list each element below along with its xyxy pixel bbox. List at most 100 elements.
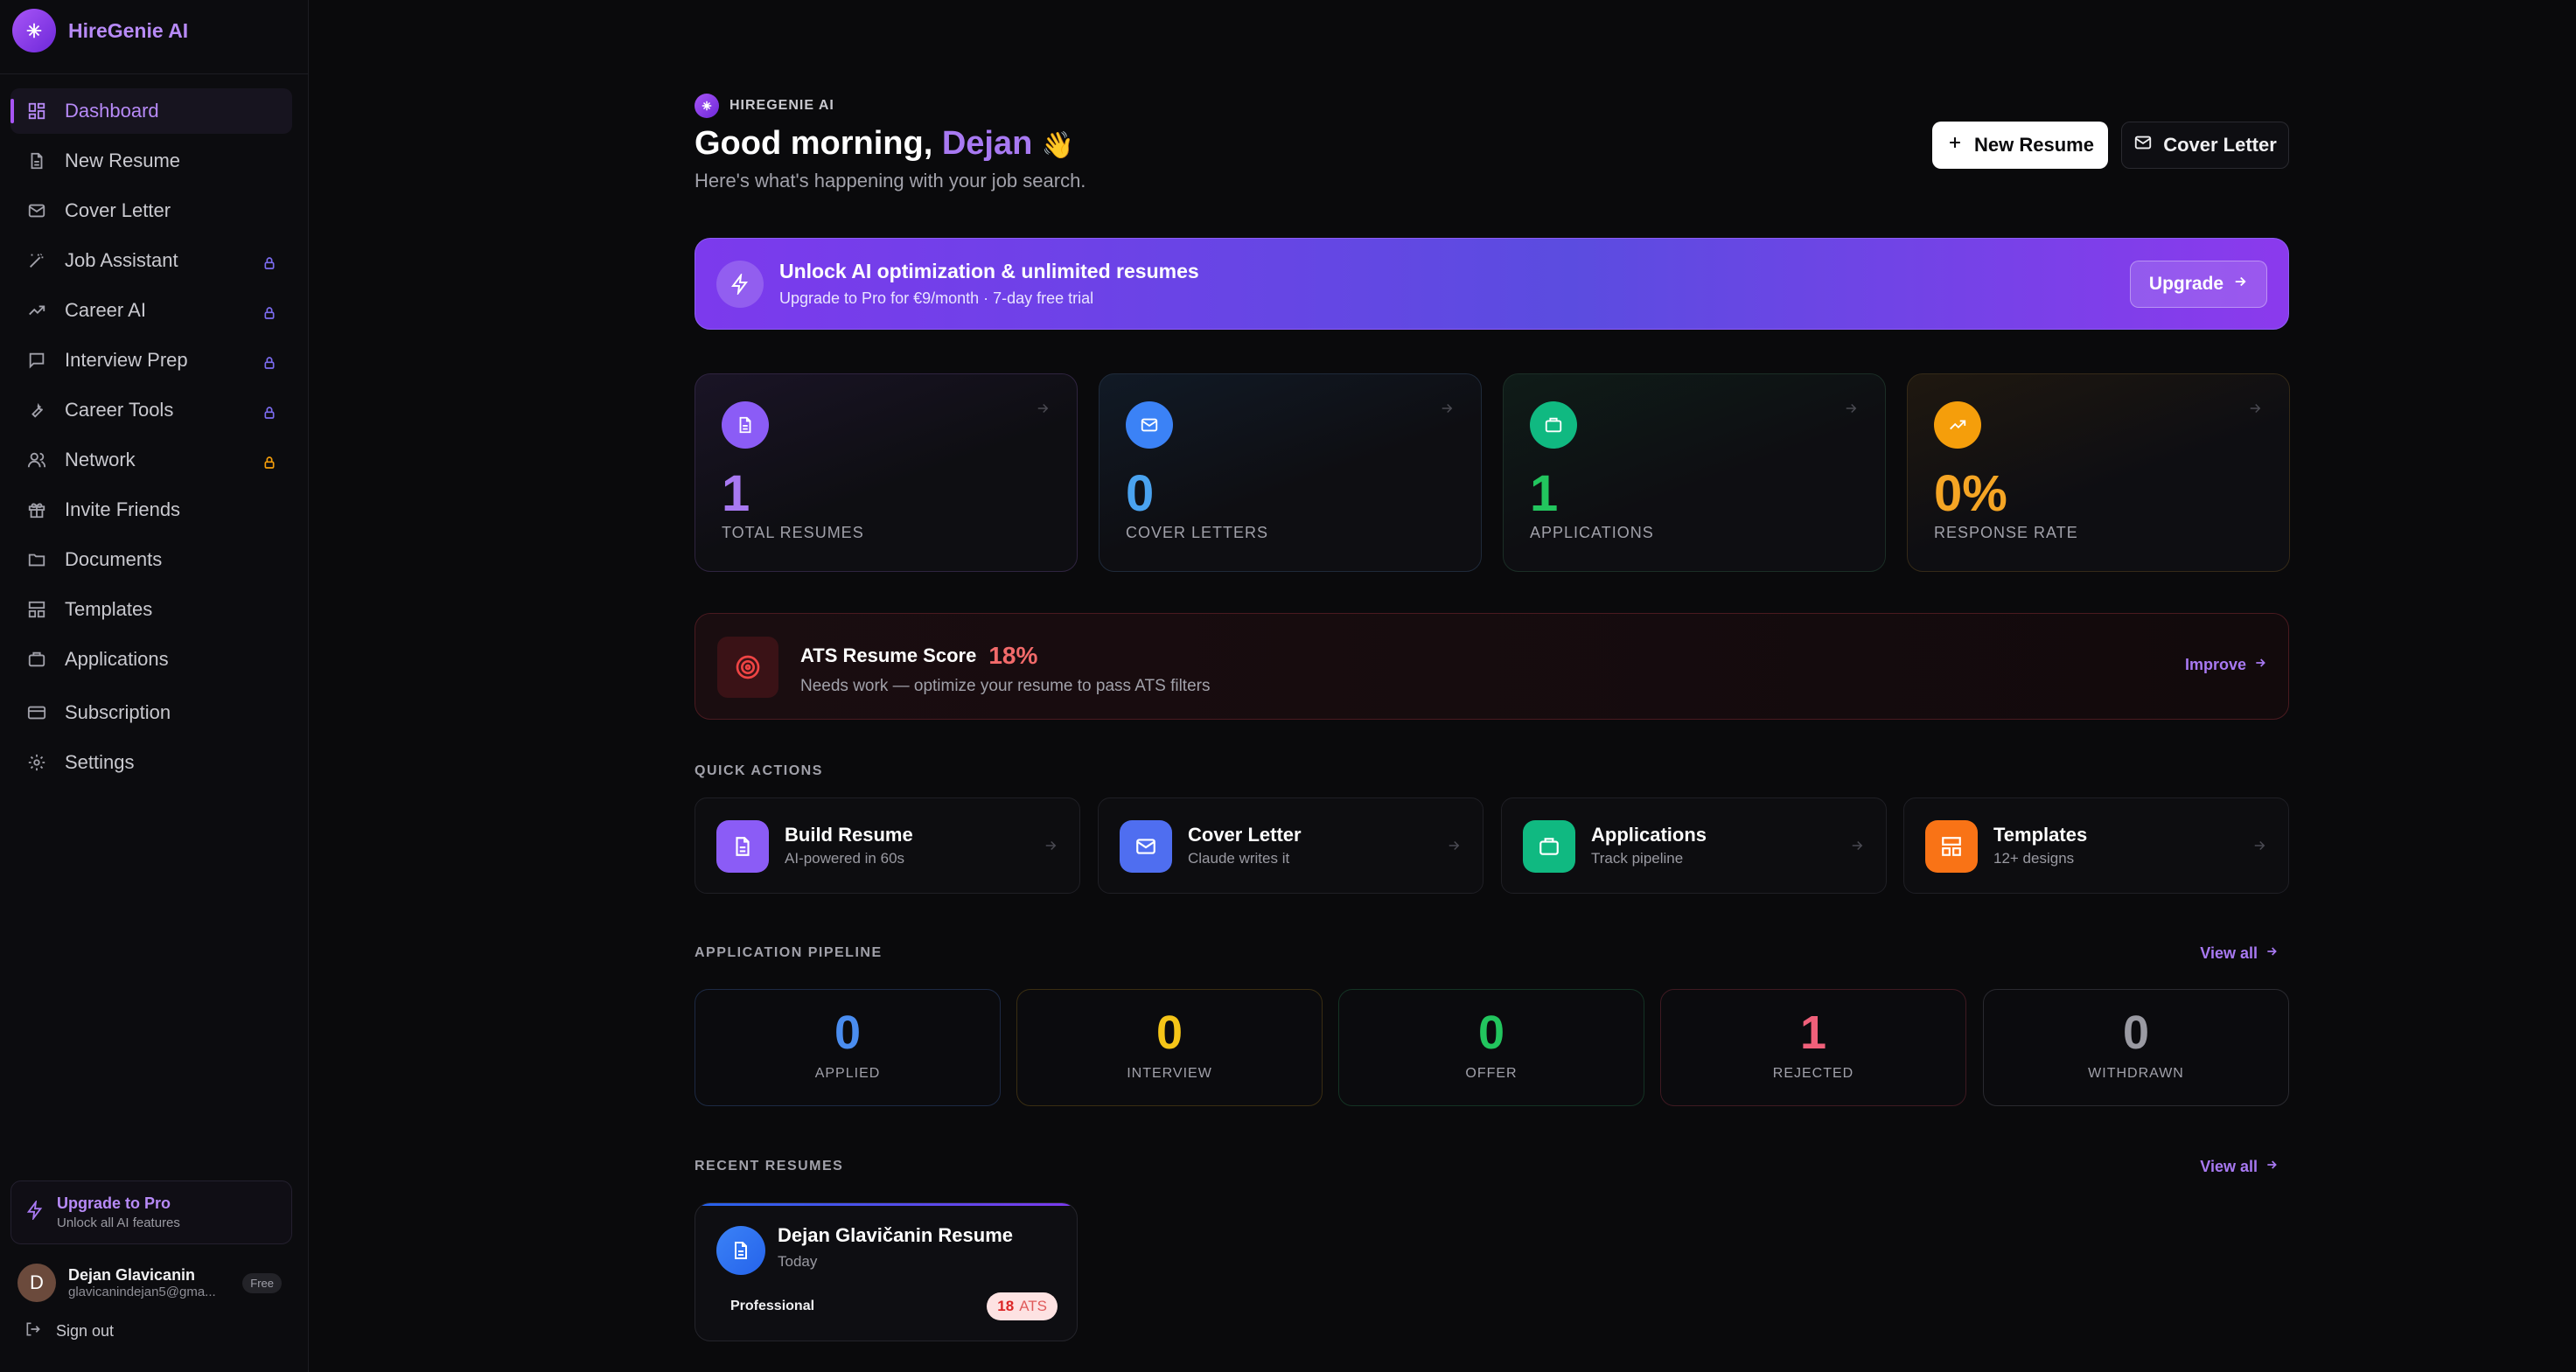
- layout-icon: [26, 599, 47, 620]
- chat-icon: [26, 350, 47, 371]
- gift-icon: [26, 499, 47, 520]
- user-profile[interactable]: D Dejan Glavicanin glavicanindejan5@gma.…: [17, 1261, 282, 1305]
- sidebar-item-career-tools[interactable]: Career Tools: [10, 387, 292, 433]
- bolt-icon: [25, 1199, 45, 1224]
- pipeline-label: APPLIED: [814, 1066, 881, 1081]
- resume-title: Dejan Glavičanin Resume: [778, 1224, 1013, 1246]
- folder-icon: [26, 549, 47, 570]
- quick-action-cover-letter[interactable]: Cover Letter Claude writes it: [1098, 797, 1483, 894]
- sidebar-item-invite-friends[interactable]: Invite Friends: [10, 487, 292, 533]
- stat-label: RESPONSE RATE: [1934, 524, 2078, 541]
- sidebar-item-cover-letter[interactable]: Cover Letter: [10, 188, 292, 233]
- sidebar-item-network[interactable]: Network: [10, 437, 292, 483]
- arrow-right-icon: [2253, 656, 2267, 674]
- sign-out-label: Sign out: [56, 1322, 115, 1340]
- sidebar-item-settings[interactable]: Settings: [10, 740, 292, 785]
- stat-card-total-resumes[interactable]: 1 TOTAL RESUMES: [695, 373, 1078, 572]
- sidebar-item-interview-prep[interactable]: Interview Prep: [10, 338, 292, 383]
- wrench-icon: [26, 400, 47, 421]
- sidebar-item-label: Cover Letter: [65, 199, 171, 221]
- arrow-right-icon: [1849, 838, 1865, 858]
- sidebar-item-templates[interactable]: Templates: [10, 587, 292, 632]
- quick-action-build-resume[interactable]: Build Resume AI-powered in 60s: [695, 797, 1080, 894]
- mail-icon: [2133, 133, 2153, 157]
- quick-action-subtitle: Claude writes it: [1188, 850, 1290, 867]
- file-icon: [26, 150, 47, 171]
- pipeline-view-all-link[interactable]: View all: [2200, 944, 2279, 963]
- sidebar-item-applications[interactable]: Applications: [10, 637, 292, 682]
- new-resume-label: New Resume: [1974, 134, 2094, 156]
- sidebar: HireGenie AI Dashboard New Resume Cover …: [0, 0, 309, 1372]
- resume-card[interactable]: Dejan Glavičanin Resume Today Profession…: [695, 1202, 1078, 1341]
- quick-action-title: Applications: [1591, 824, 1707, 846]
- lock-icon: [262, 253, 276, 275]
- pipeline-stage-offer[interactable]: 0 OFFER: [1338, 989, 1644, 1106]
- resume-template-tag: Professional: [730, 1299, 815, 1313]
- sidebar-item-label: Subscription: [65, 701, 171, 723]
- sidebar-item-new-resume[interactable]: New Resume: [10, 138, 292, 184]
- pipeline-label: REJECTED: [1772, 1066, 1854, 1081]
- upgrade-button[interactable]: Upgrade: [2130, 261, 2267, 308]
- view-all-label: View all: [2200, 1158, 2258, 1175]
- sidebar-item-label: Templates: [65, 598, 153, 620]
- pipeline-heading: APPLICATION PIPELINE: [695, 945, 883, 960]
- sign-out-button[interactable]: Sign out: [24, 1320, 114, 1342]
- header-brand: HIREGENIE AI: [695, 94, 834, 118]
- document-icon: [722, 401, 769, 449]
- pipeline-stage-interview[interactable]: 0 INTERVIEW: [1016, 989, 1323, 1106]
- plan-badge: Free: [242, 1272, 282, 1293]
- stat-card-applications[interactable]: 1 APPLICATIONS: [1503, 373, 1886, 572]
- pipeline-count: 0: [1155, 1006, 1183, 1059]
- recent-view-all-link[interactable]: View all: [2200, 1158, 2279, 1176]
- sidebar-item-job-assistant[interactable]: Job Assistant: [10, 238, 292, 283]
- cover-letter-label: Cover Letter: [2163, 134, 2277, 156]
- sidebar-item-documents[interactable]: Documents: [10, 537, 292, 582]
- sidebar-item-label: Network: [65, 449, 136, 470]
- new-resume-button[interactable]: New Resume: [1932, 122, 2108, 169]
- cover-letter-button[interactable]: Cover Letter: [2121, 122, 2289, 169]
- sidebar-item-label: Invite Friends: [65, 498, 181, 520]
- sidebar-item-career-ai[interactable]: Career AI: [10, 288, 292, 333]
- quick-action-subtitle: AI-powered in 60s: [785, 850, 905, 867]
- stats-grid: 1 TOTAL RESUMES 0 COVER LETTERS 1 APPLIC…: [695, 373, 2290, 572]
- mail-icon: [1120, 820, 1172, 873]
- stat-label: APPLICATIONS: [1530, 524, 1654, 541]
- pipeline-count: 0: [1477, 1006, 1505, 1059]
- stat-card-response-rate[interactable]: 0% RESPONSE RATE: [1907, 373, 2290, 572]
- ats-title-row: ATS Resume Score 18%: [800, 642, 1037, 670]
- stat-card-cover-letters[interactable]: 0 COVER LETTERS: [1099, 373, 1482, 572]
- stat-value: 0: [1126, 465, 1155, 522]
- quick-action-title: Build Resume: [785, 824, 913, 846]
- mail-icon: [26, 200, 47, 221]
- pipeline-stage-applied[interactable]: 0 APPLIED: [695, 989, 1001, 1106]
- sidebar-item-subscription[interactable]: Subscription: [10, 690, 292, 735]
- logout-icon: [24, 1320, 42, 1342]
- sidebar-item-label: New Resume: [65, 150, 181, 171]
- greeting-prefix: Good morning,: [695, 125, 942, 162]
- lock-icon: [262, 303, 276, 325]
- target-icon: [717, 637, 778, 698]
- arrow-right-icon: [2247, 400, 2263, 421]
- pipeline-label: OFFER: [1465, 1066, 1518, 1081]
- page-title: Good morning, Dejan 👋: [695, 125, 1074, 163]
- sidebar-item-dashboard[interactable]: Dashboard: [10, 88, 292, 134]
- arrow-right-icon: [1439, 400, 1455, 421]
- quick-action-templates[interactable]: Templates 12+ designs: [1903, 797, 2289, 894]
- ats-subtitle: Needs work — optimize your resume to pas…: [800, 677, 1211, 695]
- pipeline-stage-withdrawn[interactable]: 0 WITHDRAWN: [1983, 989, 2289, 1106]
- ats-badge: 18 ATS: [987, 1292, 1058, 1320]
- improve-link[interactable]: Improve: [2185, 656, 2267, 674]
- sidebar-upgrade-card[interactable]: Upgrade to Pro Unlock all AI features: [10, 1180, 292, 1244]
- pipeline-stage-rejected[interactable]: 1 REJECTED: [1660, 989, 1966, 1106]
- greeting-name: Dejan: [941, 125, 1033, 162]
- resume-date: Today: [778, 1253, 818, 1270]
- bolt-icon: [716, 261, 764, 308]
- trending-icon: [26, 300, 47, 321]
- wand-icon: [26, 250, 47, 271]
- document-icon: [716, 820, 769, 873]
- quick-action-title: Cover Letter: [1188, 824, 1302, 846]
- quick-action-applications[interactable]: Applications Track pipeline: [1501, 797, 1887, 894]
- quick-action-title: Templates: [1993, 824, 2088, 846]
- brand[interactable]: HireGenie AI: [12, 9, 188, 52]
- arrow-right-icon: [2251, 838, 2267, 858]
